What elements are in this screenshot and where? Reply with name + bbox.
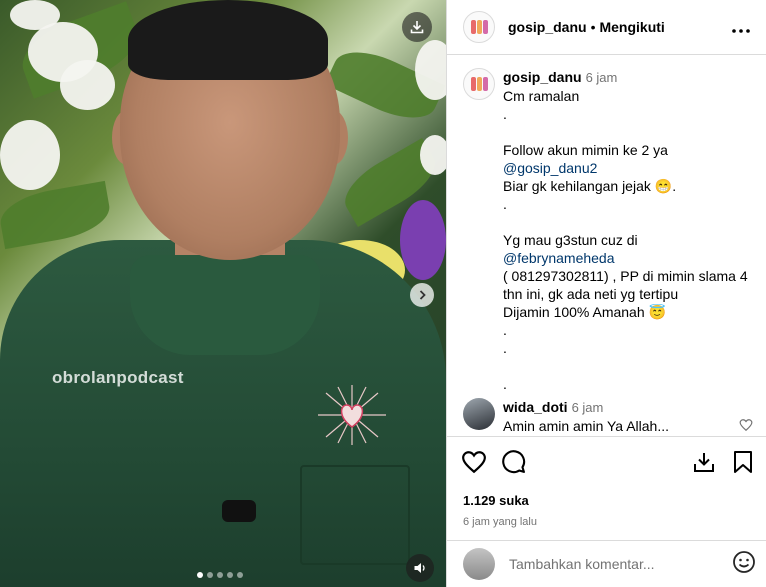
caption-line: Follow akun mimin ke 2 ya <box>503 142 668 158</box>
emoji-picker-button[interactable] <box>732 550 756 579</box>
comment-icon <box>502 450 526 474</box>
carousel-indicator <box>197 572 243 578</box>
heart-icon <box>462 450 486 473</box>
caption-line: Yg mau g3stun cuz di @febrynameheda <box>503 231 750 267</box>
like-count[interactable]: 1.129 suka <box>463 493 754 508</box>
header-separator: • <box>590 19 596 35</box>
post-side-panel: gosip_danu • Mengikuti gosip_danu 6 jam C… <box>446 0 766 587</box>
chevron-right-icon <box>419 290 426 300</box>
sound-toggle-button[interactable] <box>406 554 434 582</box>
caption-line <box>503 213 750 231</box>
comment-item: wida_doti 6 jam Amin amin amin Ya Allah..… <box>463 398 753 435</box>
more-options-button[interactable] <box>732 17 750 38</box>
post-media[interactable]: obrolanpodcast <box>0 0 446 587</box>
caption-line: @gosip_danu2 <box>503 159 750 177</box>
caption-line: Biar gk kehilangan jejak 😁. <box>503 178 677 194</box>
caption-line: . <box>503 196 507 212</box>
bookmark-icon <box>734 450 752 473</box>
comments-section[interactable]: gosip_danu 6 jam Cm ramalan. Follow akun … <box>447 56 766 436</box>
post-header: gosip_danu • Mengikuti <box>447 0 766 55</box>
download-post-button[interactable] <box>692 450 716 479</box>
comment-time: 6 jam <box>571 400 604 415</box>
caption-line-text: Yg mau g3stun cuz di <box>503 232 642 248</box>
mention-link[interactable]: @febrynameheda <box>503 250 615 266</box>
heart-logo-icon <box>318 385 386 445</box>
caption: gosip_danu 6 jam Cm ramalan. Follow akun … <box>463 68 750 393</box>
add-comment-bar <box>447 540 766 587</box>
comment-input[interactable] <box>509 556 719 572</box>
post-actions: 1.129 suka 6 jam yang lalu <box>447 436 766 528</box>
volume-icon <box>414 563 425 573</box>
like-comment-button[interactable] <box>739 418 753 436</box>
download-tray-icon <box>694 452 714 472</box>
mention-link[interactable]: @gosip_danu2 <box>503 160 597 176</box>
caption-lines: Cm ramalan. Follow akun mimin ke 2 ya @go… <box>503 87 750 393</box>
commenter-avatar[interactable] <box>463 398 495 430</box>
caption-line: Cm ramalan <box>503 88 580 104</box>
current-user-avatar <box>463 548 495 580</box>
caption-username-link[interactable]: gosip_danu <box>503 69 582 85</box>
caption-line: . <box>503 376 507 392</box>
smiley-icon <box>733 550 755 573</box>
post-timestamp: 6 jam yang lalu <box>463 516 537 528</box>
download-icon <box>410 21 424 34</box>
watermark-text: obrolanpodcast <box>52 368 184 387</box>
comment-button[interactable] <box>501 449 526 479</box>
caption-line: thn ini, gk ada neti yg tertipu <box>503 286 679 302</box>
caption-time: 6 jam <box>585 70 618 85</box>
comment-text: Amin amin amin Ya Allah... <box>503 418 670 434</box>
caption-line: . <box>503 340 507 356</box>
following-button[interactable]: Mengikuti <box>599 19 664 35</box>
carousel-dot <box>197 572 203 578</box>
caption-line: Dijamin 100% Amanah 😇 <box>503 304 666 320</box>
author-username-link[interactable]: gosip_danu <box>508 19 587 35</box>
more-icon <box>732 28 750 33</box>
heart-outline-icon <box>739 419 753 432</box>
download-button[interactable] <box>402 12 432 42</box>
carousel-dot <box>237 572 243 578</box>
lapel-mic <box>222 500 256 522</box>
caption-line: . <box>503 322 507 338</box>
caption-text: gosip_danu 6 jam Cm ramalan. Follow akun … <box>503 68 750 393</box>
carousel-dot <box>217 572 223 578</box>
carousel-dot <box>227 572 233 578</box>
carousel-dot <box>207 572 213 578</box>
caption-line: ( 081297302811) , PP di mimin slama 4 <box>503 268 748 284</box>
next-slide-button[interactable] <box>410 283 434 307</box>
like-button[interactable] <box>461 450 487 479</box>
caption-line: . <box>503 106 507 122</box>
author-avatar[interactable] <box>463 11 495 43</box>
caption-line <box>503 123 750 141</box>
commenter-username-link[interactable]: wida_doti <box>503 399 568 415</box>
caption-author-avatar[interactable] <box>463 68 495 100</box>
save-button[interactable] <box>732 450 754 479</box>
caption-line <box>503 357 750 375</box>
